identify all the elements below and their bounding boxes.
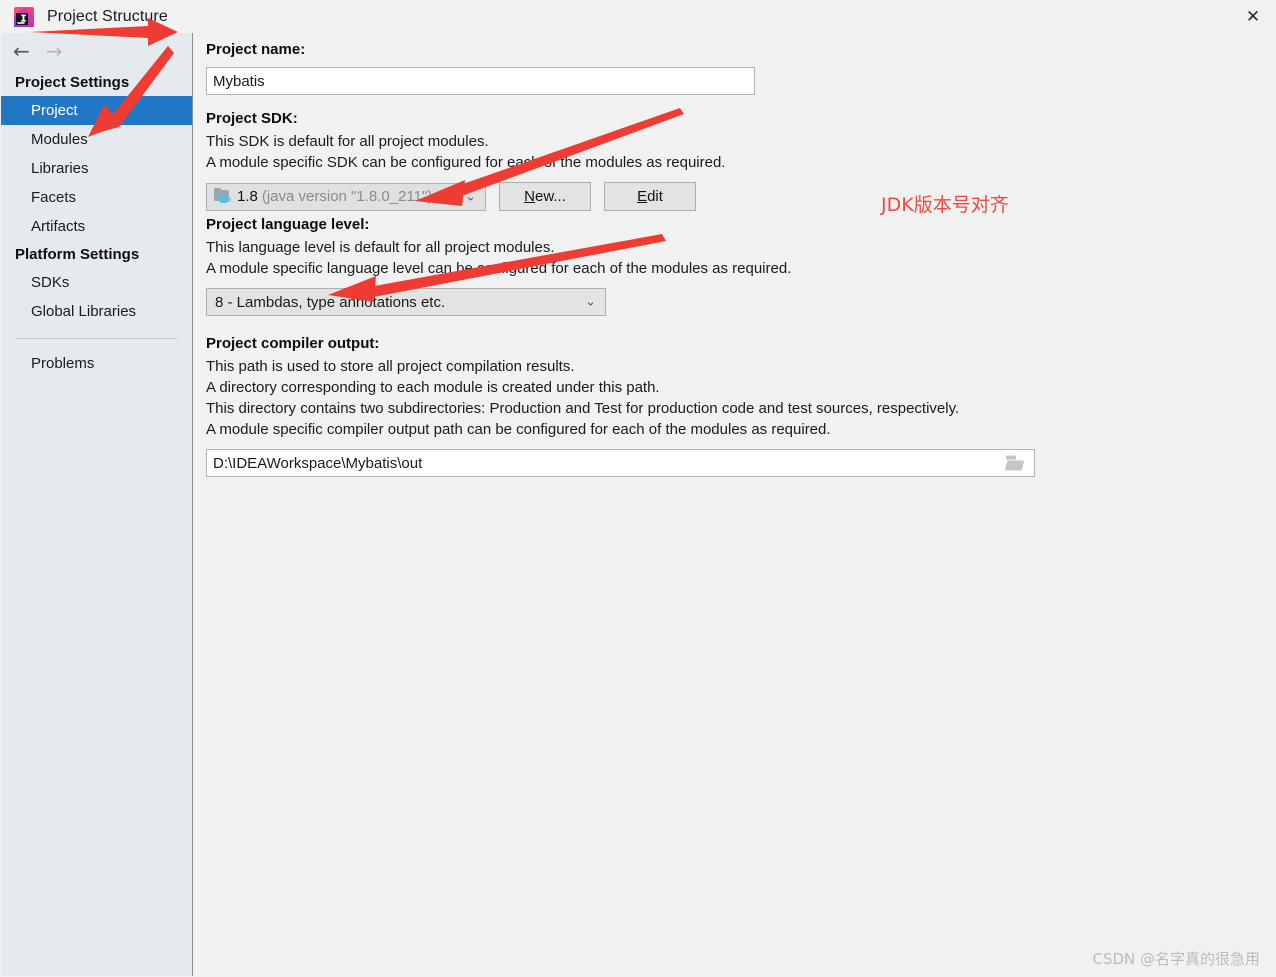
sidebar-item-global-libraries[interactable]: Global Libraries [1, 297, 192, 326]
compiler-output-desc-1: This path is used to store all project c… [206, 358, 575, 375]
close-icon[interactable]: ✕ [1230, 0, 1276, 33]
language-level-value: 8 - Lambdas, type annotations etc. [215, 293, 446, 311]
project-sdk-desc-1: This SDK is default for all project modu… [206, 133, 489, 150]
edit-sdk-button[interactable]: Edit [604, 182, 696, 211]
compiler-output-desc-3: This directory contains two subdirectori… [206, 400, 960, 417]
sidebar-group-platform-settings-heading: Platform Settings [15, 246, 140, 263]
chevron-down-icon: ⌄ [465, 189, 476, 204]
compiler-output-desc-4: A module specific compiler output path c… [206, 421, 831, 438]
sidebar-group-project-settings-heading: Project Settings [15, 74, 130, 91]
compiler-output-label: Project compiler output: [206, 335, 380, 352]
sidebar-item-facets[interactable]: Facets [1, 183, 192, 212]
sidebar-navigation: ← → [1, 33, 192, 69]
edit-sdk-button-accel: E [637, 188, 648, 205]
window-title: Project Structure [47, 7, 168, 25]
new-sdk-button-accel: N [524, 188, 535, 205]
java-sdk-icon [214, 188, 232, 204]
sidebar-item-modules[interactable]: Modules [1, 125, 192, 154]
intellij-idea-icon [13, 6, 35, 28]
project-name-section: Project name: Mybatis [206, 41, 755, 95]
project-sdk-combo[interactable]: 1.8 (java version "1.8.0_211") ⌄ [206, 182, 486, 211]
project-settings-panel: Project name: Mybatis Project SDK: This … [194, 33, 1276, 977]
language-level-desc-2: A module specific language level can be … [206, 260, 792, 277]
compiler-output-value: D:\IDEAWorkspace\Mybatis\out [213, 454, 423, 472]
project-name-value: Mybatis [213, 72, 265, 90]
sidebar-item-project[interactable]: Project [1, 96, 192, 125]
compiler-output-section: Project compiler output: This path is us… [206, 335, 1035, 477]
new-sdk-button-rest: ew... [534, 188, 566, 205]
compiler-output-desc-2: A directory corresponding to each module… [206, 379, 660, 396]
sidebar-item-sdks[interactable]: SDKs [1, 268, 192, 297]
project-name-label: Project name: [206, 41, 306, 58]
language-level-combo[interactable]: 8 - Lambdas, type annotations etc. ⌄ [206, 288, 606, 316]
language-level-section: Project language level: This language le… [206, 216, 791, 316]
sidebar-divider [15, 338, 178, 339]
language-level-desc-1: This language level is default for all p… [206, 239, 555, 256]
sidebar-item-problems[interactable]: Problems [1, 349, 192, 378]
compiler-output-input[interactable]: D:\IDEAWorkspace\Mybatis\out [206, 449, 1035, 477]
edit-sdk-button-rest: dit [647, 188, 663, 205]
back-arrow-icon[interactable]: ← [13, 41, 30, 61]
settings-sidebar: ← → Project Settings Project Modules Lib… [1, 33, 193, 976]
forward-arrow-icon[interactable]: → [46, 41, 63, 61]
project-sdk-desc-2: A module specific SDK can be configured … [206, 154, 726, 171]
sidebar-item-libraries[interactable]: Libraries [1, 154, 192, 183]
project-sdk-detail: (java version "1.8.0_211") [261, 188, 433, 205]
sidebar-item-artifacts[interactable]: Artifacts [1, 212, 192, 241]
project-sdk-label: Project SDK: [206, 110, 298, 127]
language-level-label: Project language level: [206, 216, 370, 233]
new-sdk-button[interactable]: New... [499, 182, 591, 211]
title-bar: Project Structure ✕ [0, 0, 1276, 33]
csdn-watermark: CSDN @名字真的很急用 [1092, 950, 1260, 968]
chevron-down-icon: ⌄ [585, 294, 596, 310]
project-name-input[interactable]: Mybatis [206, 67, 755, 95]
project-sdk-section: Project SDK: This SDK is default for all… [206, 110, 725, 211]
project-sdk-version: 1.8 [237, 188, 258, 205]
folder-browse-icon[interactable] [1004, 455, 1025, 471]
